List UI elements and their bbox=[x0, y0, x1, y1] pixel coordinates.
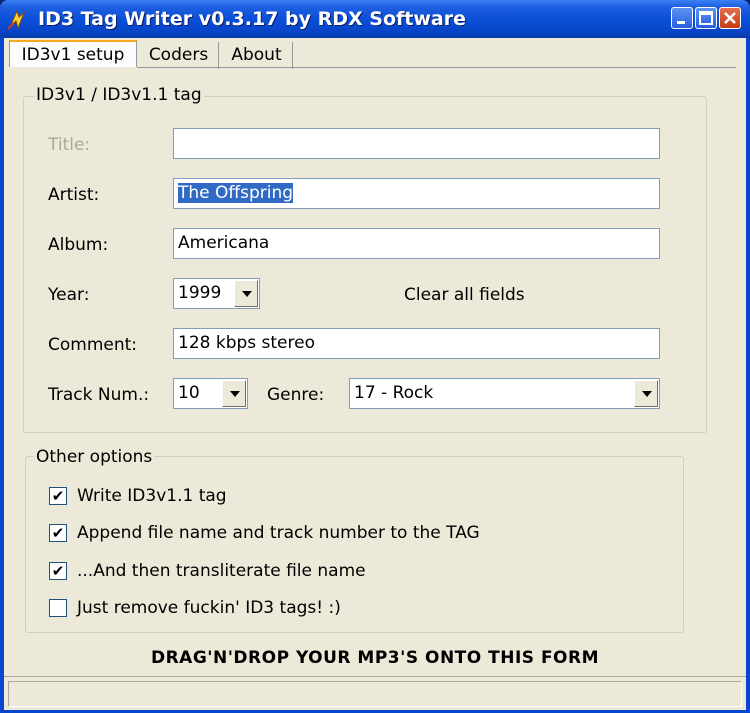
close-button[interactable] bbox=[719, 7, 741, 29]
genre-combo[interactable]: 17 - Rock bbox=[349, 378, 660, 409]
maximize-icon bbox=[699, 11, 713, 25]
check-mark-icon: ✔ bbox=[51, 524, 65, 542]
title-label: Title: bbox=[48, 135, 91, 155]
maximize-button[interactable] bbox=[695, 7, 717, 29]
year-dropdown-arrow-icon[interactable] bbox=[234, 280, 258, 307]
clear-all-fields-button[interactable]: Clear all fields bbox=[404, 284, 525, 306]
comment-label: Comment: bbox=[48, 335, 138, 355]
track-value: 10 bbox=[178, 383, 200, 403]
tab-about[interactable]: About bbox=[221, 42, 293, 69]
tab-label: About bbox=[231, 45, 282, 65]
options-group-legend: Other options bbox=[34, 447, 155, 467]
tab-id3v1-setup[interactable]: ID3v1 setup bbox=[9, 40, 137, 67]
write-id3v11-checkbox[interactable]: ✔ bbox=[49, 487, 67, 505]
tab-label: Coders bbox=[148, 45, 209, 65]
minimize-icon bbox=[677, 21, 685, 24]
year-label: Year: bbox=[48, 285, 90, 305]
window-title: ID3 Tag Writer v0.3.17 by RDX Software bbox=[38, 8, 466, 30]
check-mark-icon: ✔ bbox=[51, 487, 65, 505]
track-label: Track Num.: bbox=[48, 385, 150, 405]
check-mark-icon: ✔ bbox=[51, 562, 65, 580]
remove-tags-label[interactable]: Just remove fuckin' ID3 tags! :) bbox=[77, 597, 341, 619]
album-field[interactable]: Americana bbox=[173, 228, 660, 259]
app-window: ID3 Tag Writer v0.3.17 by RDX Software I… bbox=[0, 0, 750, 713]
append-filename-checkbox[interactable]: ✔ bbox=[49, 524, 67, 542]
tag-group-legend: ID3v1 / ID3v1.1 tag bbox=[34, 85, 204, 105]
client-area: ID3v1 setup Coders About ID3v1 / ID3v1.1… bbox=[4, 38, 746, 710]
genre-value: 17 - Rock bbox=[354, 383, 434, 403]
transliterate-label[interactable]: ...And then transliterate file name bbox=[77, 560, 366, 582]
window-frame-right bbox=[746, 38, 750, 713]
genre-dropdown-arrow-icon[interactable] bbox=[634, 380, 658, 407]
append-filename-label[interactable]: Append file name and track number to the… bbox=[77, 522, 480, 544]
year-value: 1999 bbox=[178, 283, 222, 303]
artist-field[interactable]: The Offspring bbox=[173, 178, 660, 209]
transliterate-checkbox[interactable]: ✔ bbox=[49, 562, 67, 580]
genre-label: Genre: bbox=[267, 385, 325, 405]
status-bar bbox=[4, 676, 746, 710]
title-bar[interactable]: ID3 Tag Writer v0.3.17 by RDX Software bbox=[0, 0, 750, 38]
album-label: Album: bbox=[48, 235, 109, 255]
tab-coders[interactable]: Coders bbox=[139, 42, 219, 69]
comment-field[interactable]: 128 kbps stereo bbox=[173, 328, 660, 359]
dragdrop-instruction: DRAG'N'DROP YOUR MP3'S ONTO THIS FORM bbox=[150, 648, 600, 668]
close-icon bbox=[724, 12, 736, 24]
minimize-button[interactable] bbox=[671, 7, 693, 29]
title-field[interactable] bbox=[173, 128, 660, 159]
track-dropdown-arrow-icon[interactable] bbox=[222, 380, 246, 407]
status-panel bbox=[8, 681, 742, 707]
write-id3v11-label[interactable]: Write ID3v1.1 tag bbox=[77, 485, 227, 507]
artist-selected-text: The Offspring bbox=[178, 183, 294, 203]
track-combo[interactable]: 10 bbox=[173, 378, 248, 409]
year-combo[interactable]: 1999 bbox=[173, 278, 260, 309]
artist-label: Artist: bbox=[48, 185, 100, 205]
app-lightning-icon bbox=[7, 9, 26, 30]
tab-baseline bbox=[137, 67, 736, 68]
remove-tags-checkbox[interactable] bbox=[49, 599, 67, 617]
tab-label: ID3v1 setup bbox=[21, 45, 125, 65]
